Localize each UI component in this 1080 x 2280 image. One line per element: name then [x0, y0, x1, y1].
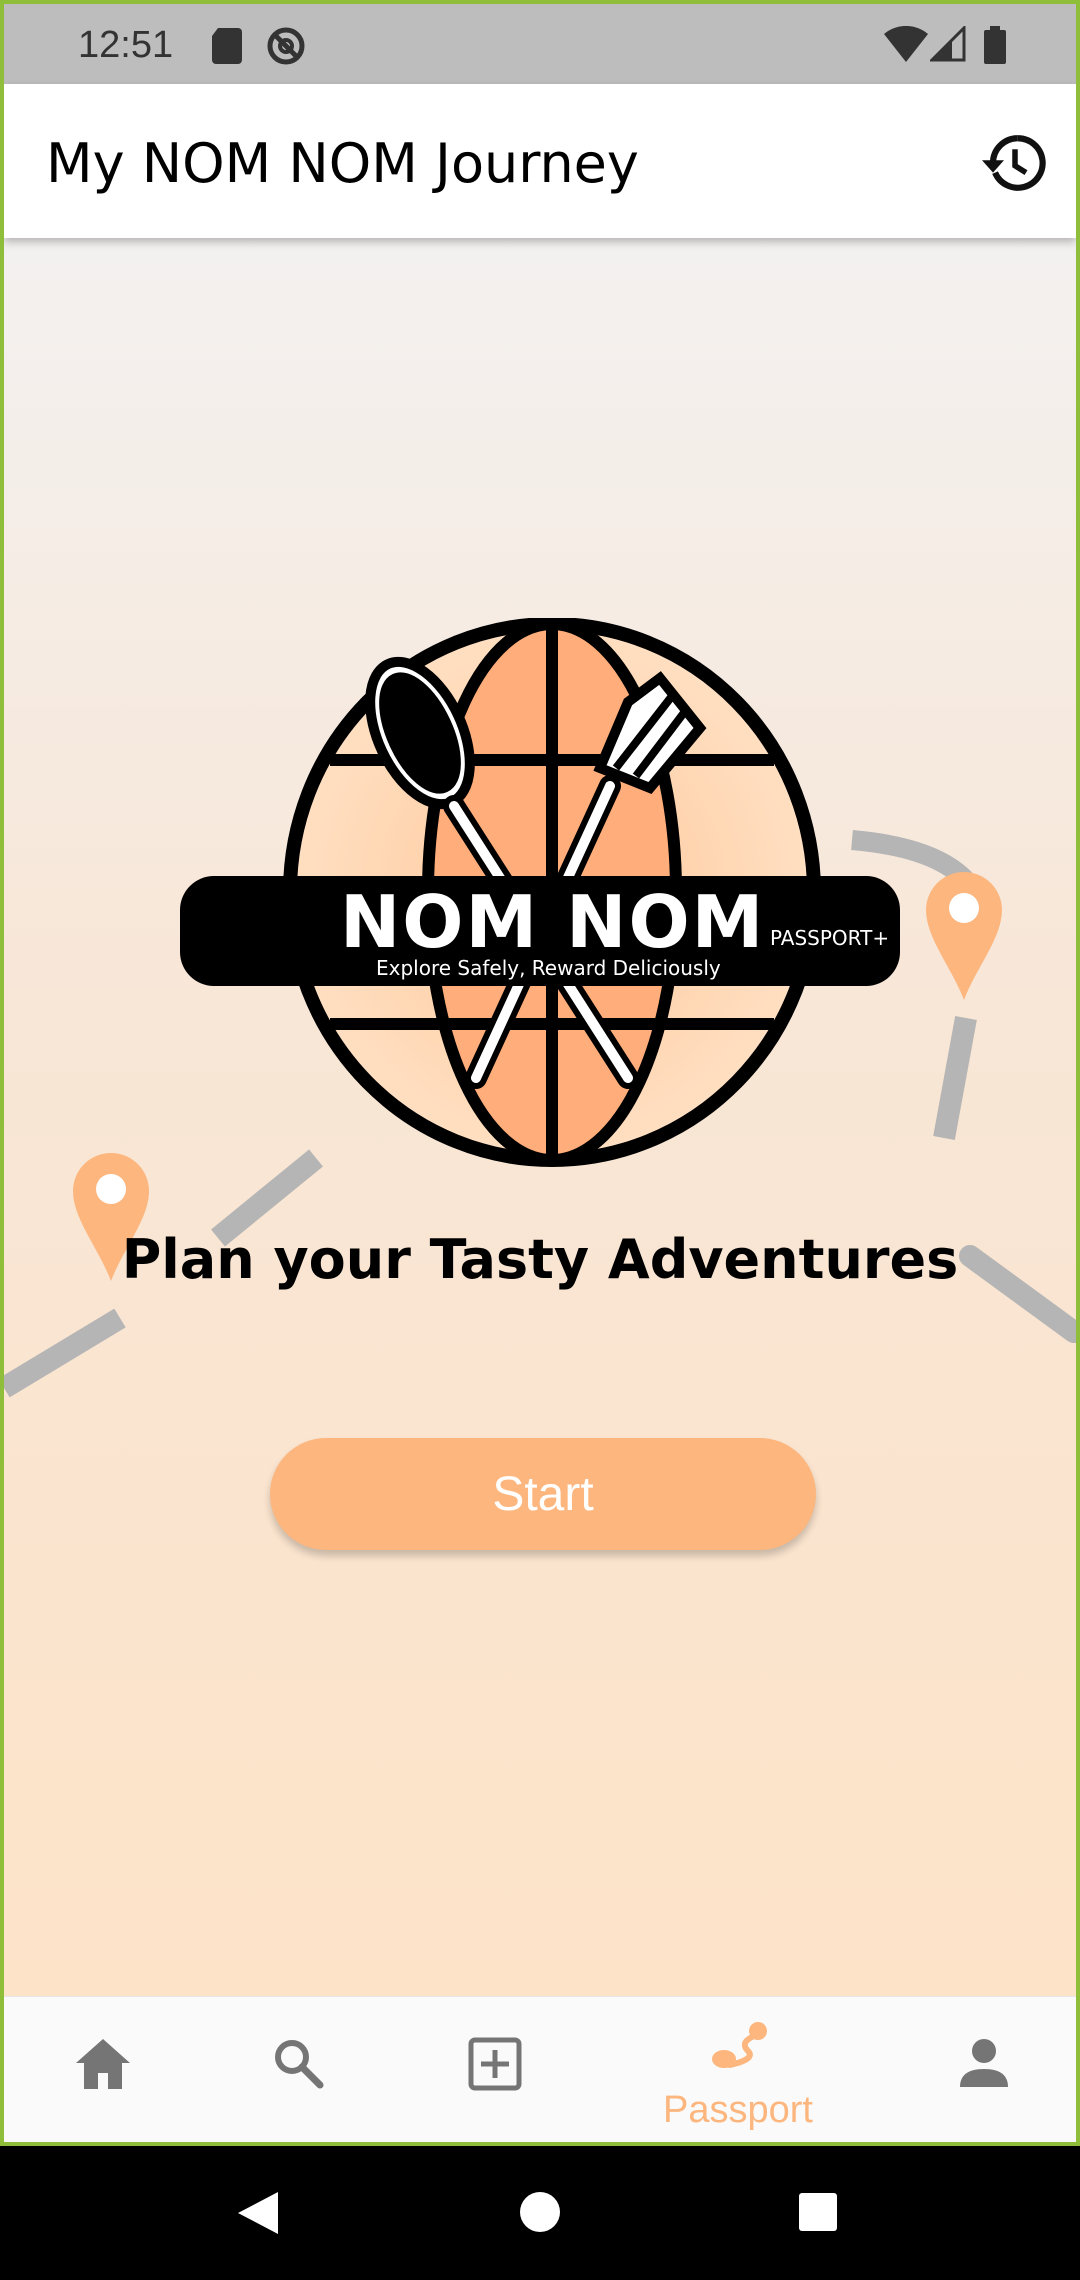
system-nav-bar	[0, 2146, 1080, 2280]
start-button[interactable]: Start	[270, 1438, 816, 1550]
nom-nom-passport-logo: NOM NOM PASSPORT+ Explore Safely, Reward…	[180, 617, 910, 1178]
logo-slogan-text: Explore Safely, Reward Deliciously	[376, 956, 721, 980]
recents-icon[interactable]	[798, 2192, 838, 2232]
battery-icon	[984, 26, 1006, 64]
nav-home[interactable]	[4, 1997, 204, 2142]
status-bar: 12:51	[4, 4, 1076, 84]
passport-main: NOM NOM PASSPORT+ Explore Safely, Reward…	[4, 238, 1076, 1996]
home-icon	[76, 2039, 130, 2089]
do-not-disturb-icon	[267, 27, 305, 65]
sd-card-icon	[212, 28, 242, 64]
logo-brand-text: NOM NOM	[340, 880, 766, 964]
passport-route-icon	[712, 2022, 767, 2068]
logo-badge-text: PASSPORT+	[770, 926, 890, 950]
home-circle-icon[interactable]	[518, 2190, 562, 2234]
tagline: Plan your Tasty Adventures	[121, 1228, 959, 1291]
wifi-icon	[884, 26, 928, 62]
nav-passport[interactable]: Passport	[638, 1997, 838, 2142]
signal-icon	[930, 26, 966, 62]
back-icon[interactable]	[236, 2190, 280, 2236]
map-pin-icon	[926, 872, 1002, 1000]
nav-passport-label: Passport	[663, 2089, 813, 2131]
add-box-icon	[468, 2037, 522, 2091]
app-screen: 12:51 My NOM NOM Journey NOM NOM PASSPOR…	[0, 0, 1080, 2146]
page-title: My NOM NOM Journey	[46, 132, 639, 195]
search-icon	[275, 2040, 324, 2089]
nav-profile[interactable]	[886, 1997, 1076, 2142]
nav-add[interactable]	[394, 1997, 594, 2142]
app-bar: My NOM NOM Journey	[4, 84, 1076, 238]
bottom-nav: Passport	[4, 1996, 1076, 2142]
status-time: 12:51	[78, 24, 174, 66]
person-icon	[960, 2039, 1008, 2087]
history-icon[interactable]	[982, 130, 1048, 196]
nav-search[interactable]	[198, 1997, 398, 2142]
